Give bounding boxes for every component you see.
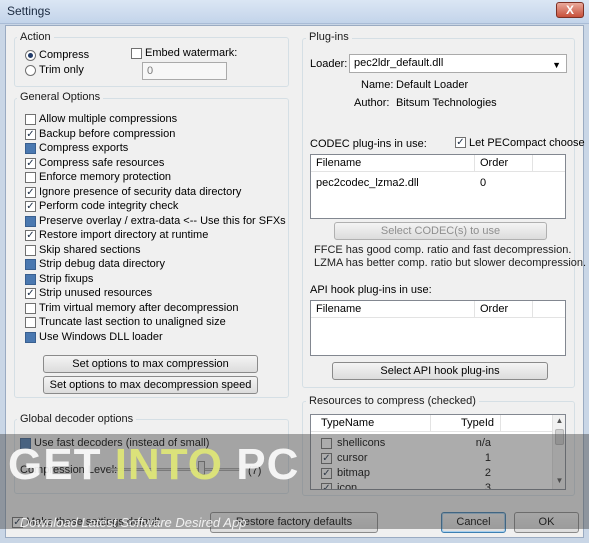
loader-select-value: pec2ldr_default.dll [354, 57, 444, 69]
api-hook-list[interactable]: Filename Order [310, 300, 566, 356]
compress-radio[interactable] [25, 50, 36, 61]
general-option-label: Strip debug data directory [39, 258, 165, 270]
title-bar: Settings X [0, 0, 589, 24]
general-option-checkbox[interactable] [25, 216, 36, 227]
loader-author-value: Bitsum Technologies [396, 97, 497, 109]
general-option-checkbox[interactable] [25, 245, 36, 256]
codec-row-order: 0 [480, 177, 487, 189]
resources-group-title: Resources to compress (checked) [306, 395, 479, 407]
general-option-checkbox[interactable] [25, 114, 36, 125]
general-option-checkbox[interactable] [25, 143, 36, 154]
codec-col-order[interactable]: Order [475, 155, 533, 172]
api-hook-list-header: Filename Order [311, 301, 565, 318]
plugins-group-title: Plug-ins [306, 31, 352, 43]
codec-list[interactable]: Filename Order pec2codec_lzma2.dll 0 [310, 154, 566, 219]
general-option-label: Ignore presence of security data directo… [39, 186, 242, 198]
watermark-input[interactable]: 0 [142, 62, 227, 80]
general-option-checkbox[interactable] [25, 288, 36, 299]
loader-select[interactable]: pec2ldr_default.dll ▼ [349, 54, 567, 73]
general-option-checkbox[interactable] [25, 158, 36, 169]
codec-col-filename[interactable]: Filename [311, 155, 475, 172]
api-hook-label: API hook plug-ins in use: [310, 284, 432, 296]
resources-list-header: TypeName TypeId [311, 415, 553, 432]
general-option-label: Backup before compression [39, 128, 176, 140]
general-option-checkbox[interactable] [25, 187, 36, 198]
let-pecompact-choose-checkbox[interactable] [455, 137, 466, 148]
window-title: Settings [7, 4, 51, 18]
general-option-checkbox[interactable] [25, 259, 36, 270]
watermark-title-part1: GET [8, 440, 115, 489]
general-option-checkbox[interactable] [25, 332, 36, 343]
max-compression-button[interactable]: Set options to max compression [43, 355, 258, 373]
trim-only-radio-label: Trim only [39, 64, 84, 76]
table-row[interactable]: pec2codec_lzma2.dll 0 [311, 175, 565, 191]
general-option-label: Perform code integrity check [39, 200, 179, 212]
watermark-subtitle: Download Latest Software Desired App [20, 515, 247, 530]
loader-author-label: Author: [354, 97, 390, 109]
general-options-title: General Options [17, 91, 104, 103]
general-option-label: Trim virtual memory after decompression [39, 302, 239, 314]
watermark-title: GET INTO PC [8, 440, 299, 490]
general-option-checkbox[interactable] [25, 303, 36, 314]
let-pecompact-choose-label: Let PECompact choose [469, 137, 585, 149]
embed-watermark-label: Embed watermark: [145, 47, 238, 59]
general-option-checkbox[interactable] [25, 172, 36, 183]
max-decompression-speed-button[interactable]: Set options to max decompression speed [43, 376, 258, 394]
close-button[interactable]: X [556, 2, 584, 18]
general-option-label: Strip fixups [39, 273, 94, 285]
codec-note-ffce: FFCE has good comp. ratio and fast decom… [314, 244, 572, 256]
codec-note-lzma: LZMA has better comp. ratio but slower d… [314, 257, 587, 269]
codec-row-filename: pec2codec_lzma2.dll [316, 177, 419, 189]
general-option-checkbox[interactable] [25, 201, 36, 212]
general-option-checkbox[interactable] [25, 317, 36, 328]
general-option-label: Enforce memory protection [39, 171, 172, 183]
general-option-label: Allow multiple compressions [39, 113, 178, 125]
chevron-down-icon: ▼ [552, 60, 561, 70]
general-option-label: Skip shared sections [39, 244, 141, 256]
loader-name-value: Default Loader [396, 79, 469, 91]
trim-only-radio[interactable] [25, 65, 36, 76]
loader-label: Loader: [310, 58, 348, 70]
codec-list-header: Filename Order [311, 155, 565, 172]
close-icon: X [565, 3, 574, 17]
watermark-title-part2: INTO [114, 440, 223, 489]
general-option-label: Compress safe resources [39, 157, 165, 169]
codec-plugins-label: CODEC plug-ins in use: [310, 138, 427, 150]
general-option-checkbox[interactable] [25, 230, 36, 241]
compress-radio-label: Compress [39, 49, 90, 61]
select-api-hook-button[interactable]: Select API hook plug-ins [332, 362, 548, 380]
general-option-label: Preserve overlay / extra-data <-- Use th… [39, 215, 286, 227]
general-option-label: Strip unused resources [39, 287, 153, 299]
action-group-title: Action [17, 31, 54, 43]
decoder-options-title: Global decoder options [17, 413, 137, 425]
general-option-checkbox[interactable] [25, 274, 36, 285]
general-option-label: Restore import directory at runtime [39, 229, 209, 241]
scroll-up-icon[interactable]: ▲ [553, 415, 565, 427]
embed-watermark-checkbox[interactable] [131, 48, 142, 59]
general-option-checkbox[interactable] [25, 129, 36, 140]
general-option-label: Truncate last section to unaligned size [39, 316, 226, 328]
resources-col-typename[interactable]: TypeName [311, 415, 431, 432]
loader-name-label: Name: [361, 79, 394, 91]
watermark-title-part3: PC [223, 440, 300, 489]
resources-col-typeid[interactable]: TypeId [431, 415, 501, 432]
general-option-label: Use Windows DLL loader [39, 331, 163, 343]
general-option-label: Compress exports [39, 142, 129, 154]
api-hook-col-filename[interactable]: Filename [311, 301, 475, 318]
api-hook-col-order[interactable]: Order [475, 301, 533, 318]
select-codec-button[interactable]: Select CODEC(s) to use [334, 222, 547, 240]
